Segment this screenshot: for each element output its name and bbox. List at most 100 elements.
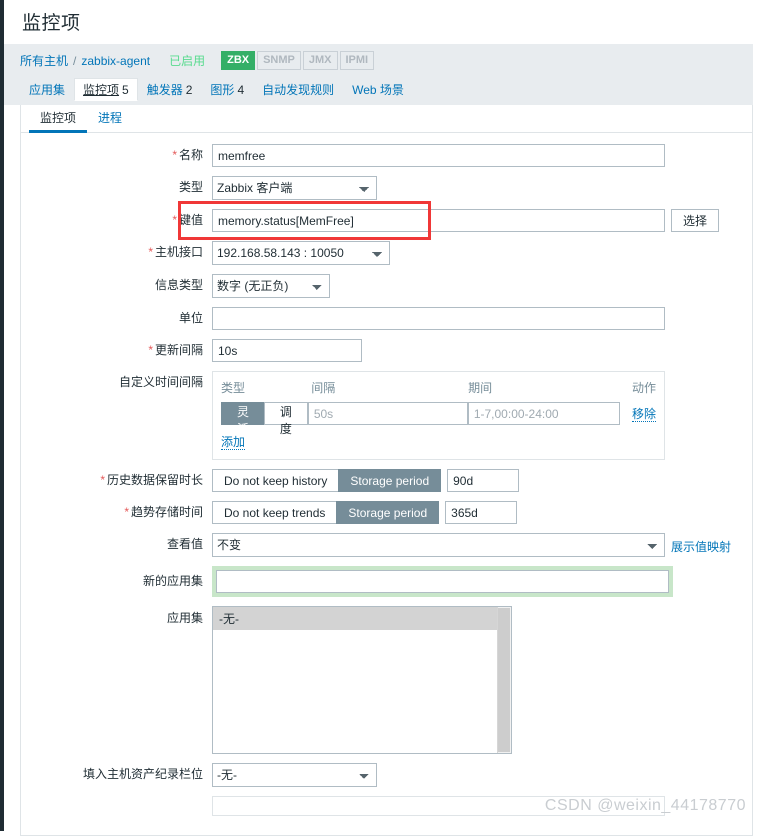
- tag-snmp[interactable]: SNMP: [257, 51, 301, 70]
- breadcrumb-all-hosts[interactable]: 所有主机: [20, 52, 68, 69]
- interface-tag-group: ZBX SNMP JMX IPMI: [221, 51, 375, 70]
- field-row-host-interface: * 主机接口 192.168.58.143 : 10050: [21, 241, 752, 265]
- history-storage-period-button[interactable]: Storage period: [338, 469, 442, 492]
- page-root: 监控项 所有主机 / zabbix-agent 已启用 ZBX SNMP JMX…: [4, 0, 764, 836]
- history-period-input[interactable]: [447, 469, 520, 492]
- nav-tab-triggers[interactable]: 触发器 2: [138, 78, 202, 101]
- history-do-not-keep-button[interactable]: Do not keep history: [212, 469, 340, 492]
- field-wrap-custom-intervals: 类型 间隔 期间 动作 灵活 调度 50s 1-7,00:00-24:00 移除…: [212, 371, 665, 460]
- label-units: 单位: [178, 311, 203, 325]
- interval-remove-link[interactable]: 移除: [631, 407, 656, 422]
- label-applications: 应用集: [166, 611, 203, 625]
- custom-intervals-table: 类型 间隔 期间 动作 灵活 调度 50s 1-7,00:00-24:00 移除…: [212, 371, 665, 460]
- breadcrumb: 所有主机 / zabbix-agent 已启用 ZBX SNMP JMX IPM…: [20, 51, 753, 70]
- page-title: 监控项: [22, 13, 81, 34]
- field-row-value-map: 查看值 不变 展示值映射: [21, 533, 752, 557]
- nav-tab-discovery-rules[interactable]: 自动发现规则: [253, 78, 343, 101]
- nav-tab-web-scenarios[interactable]: Web 场景: [343, 78, 413, 101]
- label-history: * 历史数据保留时长: [100, 473, 203, 487]
- host-interface-select[interactable]: 192.168.58.143 : 10050: [212, 241, 390, 265]
- host-status-label: 已启用: [169, 54, 206, 68]
- page-title-bar: 监控项: [4, 0, 764, 44]
- field-row-type: 类型 Zabbix 客户端: [21, 176, 752, 200]
- breadcrumb-host[interactable]: zabbix-agent: [81, 54, 150, 68]
- name-input[interactable]: [212, 144, 665, 167]
- interval-value-input[interactable]: [307, 402, 468, 425]
- nav-tab-triggers-label: 触发器: [146, 82, 183, 97]
- trends-storage-period-button[interactable]: Storage period: [336, 501, 440, 524]
- applications-listbox-item-none[interactable]: -无-: [213, 607, 511, 630]
- trends-do-not-keep-button[interactable]: Do not keep trends: [212, 501, 338, 524]
- label-update-interval: * 更新间隔: [148, 343, 203, 357]
- nav-tab-graphs[interactable]: 图形 4: [201, 78, 253, 101]
- show-value-mappings-link[interactable]: 展示值映射: [671, 533, 731, 555]
- required-marker-name: *: [172, 148, 177, 162]
- col-header-type: 类型: [221, 381, 246, 395]
- field-row-info-type: 信息类型 数字 (无正负): [21, 274, 752, 298]
- info-type-select[interactable]: 数字 (无正负): [212, 274, 330, 298]
- label-custom-intervals: 自定义时间间隔: [118, 375, 203, 389]
- update-interval-input[interactable]: [212, 339, 362, 362]
- nav-tab-graphs-label: 图形: [210, 82, 235, 97]
- item-form-card: 监控项 进程 *名称 类型 Zabbix 客户端: [20, 105, 753, 836]
- applications-listbox-scrollbar[interactable]: [497, 607, 511, 753]
- field-row-update-interval: * 更新间隔: [21, 339, 752, 362]
- label-value-map: 查看值: [166, 537, 203, 551]
- interval-type-scheduling-button[interactable]: 调度: [263, 402, 308, 436]
- new-application-highlight-box: [212, 566, 673, 597]
- new-application-input[interactable]: [216, 570, 669, 593]
- header-band: 所有主机 / zabbix-agent 已启用 ZBX SNMP JMX IPM…: [4, 44, 753, 105]
- nav-tab-applications[interactable]: 应用集: [20, 78, 74, 101]
- key-input[interactable]: [212, 209, 665, 232]
- field-wrap-key: 选择: [212, 209, 720, 232]
- tag-jmx[interactable]: JMX: [302, 51, 338, 70]
- col-header-interval: 间隔: [311, 381, 336, 395]
- host-nav-tabs: 应用集 监控项 5 触发器 2 图形 4 自动发现规则 Web 场景: [20, 77, 753, 101]
- field-row-trends: * 趋势存储时间 Do not keep trends Storage perio…: [21, 501, 752, 524]
- field-row-history: * 历史数据保留时长 Do not keep history Storage pe…: [21, 469, 752, 492]
- label-next-partial: [21, 796, 212, 800]
- value-map-select[interactable]: 不变: [212, 533, 665, 557]
- required-marker-history: *: [100, 473, 105, 487]
- custom-intervals-header: 类型 间隔 期间 动作: [221, 378, 656, 402]
- field-row-units: 单位: [21, 307, 752, 330]
- nav-tab-items-label: 监控项: [83, 82, 120, 97]
- interval-action-cell: 移除: [620, 405, 656, 422]
- required-marker-update-interval: *: [148, 343, 153, 357]
- field-wrap-units: [212, 307, 665, 330]
- key-select-button[interactable]: 选择: [671, 209, 720, 232]
- form-tab-preprocessing[interactable]: 进程: [87, 105, 133, 132]
- field-wrap-value-map: 不变 展示值映射: [212, 533, 731, 557]
- field-wrap-applications: -无-: [212, 606, 512, 754]
- nav-tab-items[interactable]: 监控项 5: [74, 77, 138, 101]
- tag-zbx[interactable]: ZBX: [221, 51, 256, 70]
- required-marker-host-interface: *: [148, 245, 153, 259]
- applications-listbox-scroll-thumb[interactable]: [498, 608, 510, 752]
- field-row-custom-intervals: 自定义时间间隔 类型 间隔 期间 动作 灵活 调度 50s 1-7,00:00-…: [21, 371, 752, 460]
- interval-add-link[interactable]: 添加: [221, 435, 246, 450]
- inventory-field-select[interactable]: -无-: [212, 763, 377, 787]
- trends-mode-seg-group: Do not keep trends Storage period: [212, 501, 440, 524]
- units-input[interactable]: [212, 307, 665, 330]
- required-marker-key: *: [172, 213, 177, 227]
- nav-tab-applications-label: 应用集: [29, 82, 66, 97]
- form-tab-bar: 监控项 进程: [21, 105, 752, 133]
- type-select[interactable]: Zabbix 客户端: [212, 176, 377, 200]
- interval-type-seg-group: 灵活 调度: [221, 402, 308, 436]
- tag-ipmi[interactable]: IPMI: [339, 51, 375, 70]
- interval-period-input[interactable]: [467, 402, 620, 425]
- nav-tab-triggers-count: 2: [185, 82, 193, 97]
- form-tab-item[interactable]: 监控项: [29, 105, 88, 133]
- field-wrap-host-interface: 192.168.58.143 : 10050: [212, 241, 390, 265]
- interval-period-cell: [467, 402, 620, 425]
- field-wrap-history: Do not keep history Storage period: [212, 469, 520, 492]
- nav-tab-graphs-count: 4: [237, 82, 245, 97]
- trends-period-input[interactable]: [445, 501, 518, 524]
- interval-type-flexible-button[interactable]: 灵活: [221, 402, 265, 436]
- breadcrumb-separator: /: [73, 53, 77, 68]
- applications-listbox[interactable]: -无-: [212, 606, 512, 754]
- field-wrap-info-type: 数字 (无正负): [212, 274, 330, 298]
- label-host-interface: * 主机接口: [148, 245, 203, 259]
- nav-tab-items-count: 5: [122, 82, 129, 97]
- field-row-applications: 应用集 -无-: [21, 606, 752, 754]
